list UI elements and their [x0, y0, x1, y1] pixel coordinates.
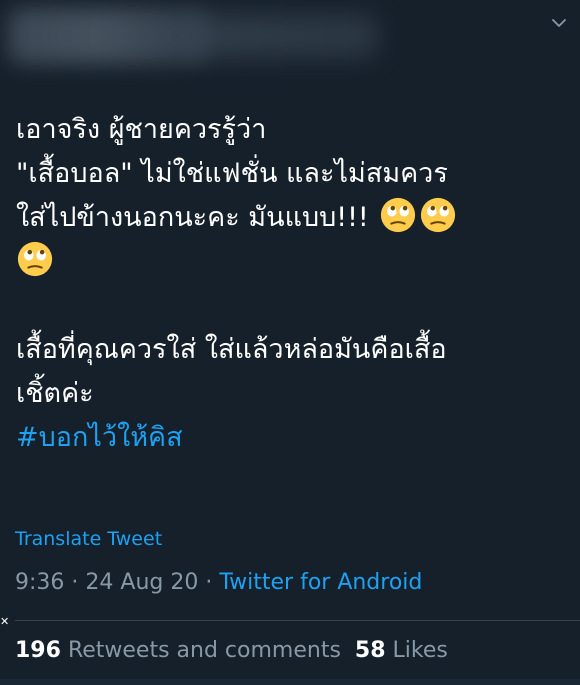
tweet-text-line: เอาจริง ผู้ชายควรรู้ว่า — [16, 114, 267, 145]
tweet-text-line: ใส่ไปข้างนอกนะคะ มันแบบ!!! — [16, 196, 572, 240]
tweet-author-header-blurred[interactable] — [8, 0, 388, 70]
face-with-rolling-eyes-icon — [381, 197, 416, 233]
likes-label: Likes — [392, 638, 448, 663]
tweet-text: เอาจริง ผู้ชายควรรู้ว่า "เสื้อบอล" ไม่ใช… — [16, 108, 572, 460]
retweets-stat[interactable]: 196 Retweets and comments — [15, 638, 341, 663]
chevron-down-icon[interactable] — [550, 14, 568, 32]
face-with-rolling-eyes-icon — [421, 197, 456, 233]
blurred-author-name — [188, 14, 378, 58]
divider — [15, 620, 580, 621]
tweet-text-line — [16, 240, 572, 284]
tweet-card: เอาจริง ผู้ชายควรรู้ว่า "เสื้อบอล" ไม่ใช… — [0, 0, 580, 685]
edge-mark-icon: ✕ — [0, 615, 10, 628]
bottom-divider — [0, 679, 580, 685]
face-with-rolling-eyes-icon — [17, 241, 53, 277]
meta-separator: · — [71, 570, 86, 595]
meta-separator: · — [205, 570, 220, 595]
likes-stat[interactable]: 58 Likes — [355, 638, 448, 663]
tweet-text-line: เชิ้ตค่ะ — [16, 378, 94, 409]
tweet-date[interactable]: 24 Aug 20 — [85, 570, 198, 595]
tweet-time[interactable]: 9:36 — [15, 570, 64, 595]
tweet-source-link[interactable]: Twitter for Android — [219, 570, 422, 595]
likes-count: 58 — [354, 638, 386, 663]
tweet-text-fragment: ใส่ไปข้างนอกนะคะ มันแบบ!!! — [16, 202, 369, 233]
retweets-count: 196 — [15, 638, 61, 663]
retweets-label: Retweets and comments — [67, 638, 341, 663]
blurred-author-avatar — [8, 8, 208, 64]
tweet-stats: 196 Retweets and comments 58 Likes — [15, 638, 448, 663]
translate-tweet-link[interactable]: Translate Tweet — [15, 528, 162, 550]
tweet-hashtag-line: #บอกไว้ให้คิส — [16, 416, 572, 460]
tweet-text-line: เสื้อที่คุณควรใส่ ใส่แล้วหล่อมันคือเสื้อ — [16, 334, 447, 365]
tweet-text-line: "เสื้อบอล" ไม่ใช่แฟชั่น และไม่สมควร — [16, 158, 448, 189]
hashtag-link[interactable]: #บอกไว้ให้คิส — [16, 416, 183, 460]
tweet-meta: 9:36 · 24 Aug 20 · Twitter for Android — [15, 570, 422, 595]
